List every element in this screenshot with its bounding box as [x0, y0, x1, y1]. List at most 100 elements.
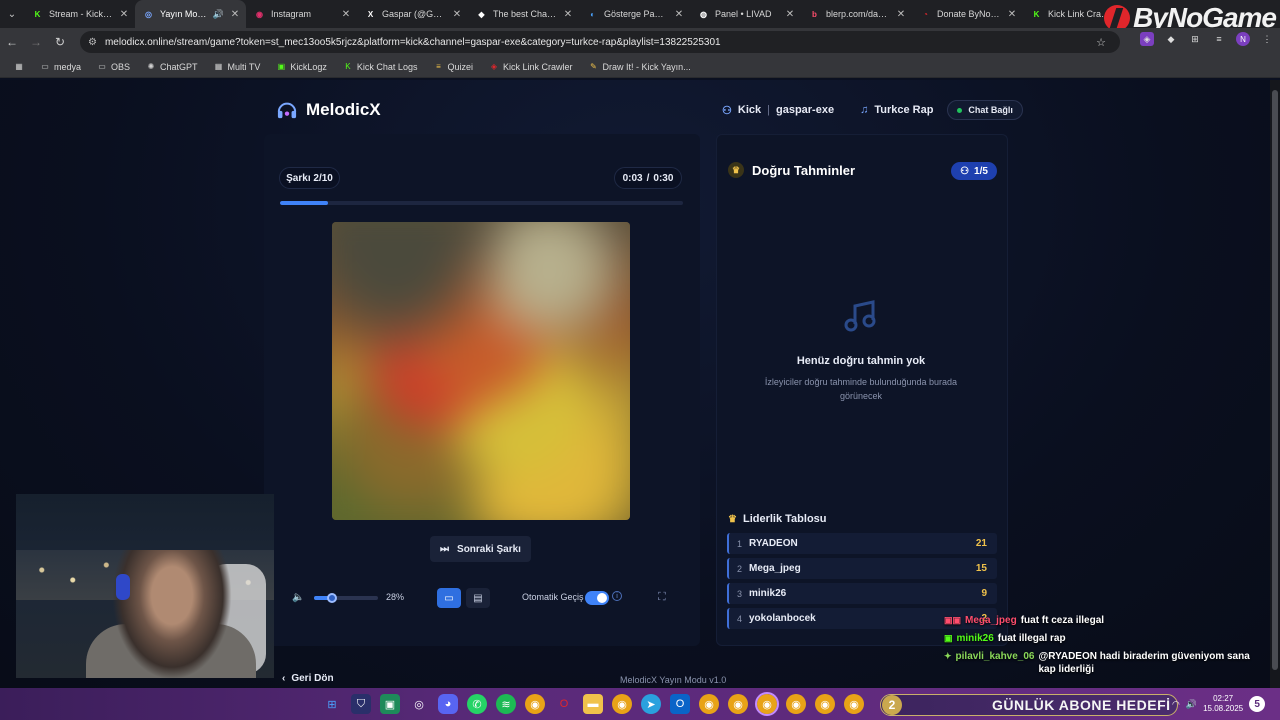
compact-mode-button[interactable]: ▤: [466, 588, 490, 608]
volume-knob[interactable]: [326, 593, 337, 603]
chrome-icon[interactable]: ◉: [525, 694, 545, 714]
browser-tab[interactable]: ◔ Donate ByNoGan ✕: [912, 0, 1023, 28]
guesses-header: ♛ Doğru Tahminler: [728, 162, 855, 178]
browser-tab[interactable]: ◎ Yayın Modu 🔊 ✕: [135, 0, 246, 28]
whatsapp-icon[interactable]: ✆: [467, 694, 487, 714]
chrome-active-icon[interactable]: ◉: [755, 692, 779, 716]
chrome-icon[interactable]: ◉: [699, 694, 719, 714]
media-control-icon[interactable]: ≡: [1212, 32, 1226, 46]
skip-next-icon: ⏭: [440, 543, 450, 555]
speaker-icon[interactable]: 🔊: [1186, 699, 1197, 710]
file-explorer-icon[interactable]: ▬: [583, 694, 603, 714]
browser-tab[interactable]: ◉ Instagram ✕: [246, 0, 357, 28]
bookmark-item[interactable]: ▦ Multi TV: [208, 62, 267, 72]
address-bar[interactable]: ⚙ melodicx.online/stream/game?token=st_m…: [80, 31, 1120, 53]
bookmark-item[interactable]: ≡ Quizei: [427, 62, 479, 72]
fullscreen-icon[interactable]: ⛶: [658, 591, 666, 604]
reload-icon[interactable]: ↻: [48, 28, 72, 56]
player-controls: 🔈 28% ▭ ▤ Otomatik Geçiş i ⛶: [280, 584, 683, 612]
leaderboard-rank: 1: [737, 538, 743, 549]
bookmark-star-icon[interactable]: ☆: [1096, 36, 1106, 49]
puzzle-icon[interactable]: ⊞: [1188, 32, 1202, 46]
header-info: ⚇ Kick | gaspar-exe ♫ Turkce Rap Chat Ba…: [722, 100, 1023, 120]
time-total: 0:30: [653, 172, 674, 184]
bookmark-item[interactable]: ▭ OBS: [91, 62, 136, 72]
browser-tab[interactable]: X Gaspar (@Gaspar ✕: [357, 0, 468, 28]
back-button[interactable]: ‹ Geri Dön: [282, 673, 334, 684]
channel-name: gaspar-exe: [775, 104, 835, 116]
windows-start-icon[interactable]: ⊞: [322, 694, 342, 714]
auto-pass-toggle[interactable]: [585, 591, 609, 605]
auto-pass-label: Otomatik Geçiş: [522, 592, 584, 602]
crawler-icon: ◈: [490, 62, 498, 71]
kick-icon: K: [1033, 9, 1040, 19]
chrome-icon[interactable]: ◉: [844, 694, 864, 714]
bookmark-item[interactable]: ✎ Draw It! - Kick Yayın...: [583, 62, 697, 72]
menu-dots-icon[interactable]: ⋮: [1260, 32, 1274, 46]
browser-tab-bar: ⌄ K Stream - Kick Da ✕ ◎ Yayın Modu 🔊 ✕ ◉ Instag…: [0, 0, 1280, 28]
url-text[interactable]: melodicx.online/stream/game?token=st_mec…: [105, 37, 721, 48]
chat-message: [944, 596, 1264, 609]
chrome-icon[interactable]: ◉: [815, 694, 835, 714]
tab-close-icon[interactable]: ✕: [341, 9, 351, 20]
tab-close-icon[interactable]: ✕: [674, 9, 684, 20]
scrollbar-thumb[interactable]: [1272, 90, 1278, 670]
telegram-icon[interactable]: ➤: [641, 694, 661, 714]
browser-tab[interactable]: ◍ Panel • LIVAD ✕: [690, 0, 801, 28]
monitor-mode-button[interactable]: ▭: [437, 588, 461, 608]
tab-close-icon[interactable]: ✕: [1007, 9, 1017, 20]
clock[interactable]: 02:27 15.08.2025: [1203, 694, 1243, 714]
bookmark-item[interactable]: ✺ ChatGPT: [140, 62, 204, 72]
users-icon: ⚇: [960, 165, 970, 177]
profile-avatar[interactable]: N: [1236, 32, 1250, 46]
back-icon[interactable]: ←: [0, 28, 24, 56]
forward-icon[interactable]: →: [24, 28, 48, 56]
tab-close-icon[interactable]: ✕: [896, 9, 906, 20]
chrome-icon[interactable]: ◉: [612, 694, 632, 714]
opera-icon[interactable]: O: [554, 694, 574, 714]
shield-app-icon[interactable]: ⛉: [351, 694, 371, 714]
tab-close-icon[interactable]: ✕: [230, 9, 240, 20]
tab-close-icon[interactable]: ✕: [563, 9, 573, 20]
app-brand[interactable]: MelodicX: [276, 100, 381, 120]
bookmark-label: Kick Link Crawler: [502, 61, 573, 72]
volume-icon[interactable]: 🔈: [292, 592, 304, 603]
bookmark-item[interactable]: ▭ medya: [34, 62, 87, 72]
browser-tab[interactable]: ◆ The best ChatBot ✕: [468, 0, 579, 28]
app-icon[interactable]: ▣: [380, 694, 400, 714]
tab-close-icon[interactable]: ✕: [119, 9, 129, 20]
song-counter-text: Şarkı 2/10: [286, 172, 333, 184]
leaderboard-rank: 4: [737, 613, 743, 624]
chat-message: ✦ pilavli_kahve_06 @RYADEON hadi biraderim…: [944, 650, 1264, 676]
chrome-icon[interactable]: ◉: [786, 694, 806, 714]
wifi-icon[interactable]: ◠: [1172, 699, 1180, 710]
tab-close-icon[interactable]: ✕: [785, 9, 795, 20]
bookmark-item[interactable]: ▣ KickLogz: [270, 62, 333, 72]
extension-icon[interactable]: ◈: [1140, 32, 1154, 46]
tab-search-icon[interactable]: ⌄: [0, 0, 24, 28]
tab-close-icon[interactable]: ✕: [452, 9, 462, 20]
info-icon[interactable]: i: [612, 591, 622, 601]
obs-icon[interactable]: ◎: [409, 694, 429, 714]
browser-tab[interactable]: ◐ Gösterge Paneli ✕: [579, 0, 690, 28]
volume-slider[interactable]: [314, 593, 378, 603]
bookmark-item[interactable]: K Kick Chat Logs: [337, 62, 424, 72]
x-icon: X: [367, 9, 374, 19]
browser-tab[interactable]: K Stream - Kick Da ✕: [24, 0, 135, 28]
spotify-icon[interactable]: ≋: [496, 694, 516, 714]
notification-badge[interactable]: 5: [1249, 696, 1266, 712]
discord-icon[interactable]: ◕: [438, 694, 458, 714]
apps-grid-icon[interactable]: ▦: [8, 62, 30, 72]
shield-extension-icon[interactable]: ◆: [1164, 32, 1178, 46]
page-scrollbar[interactable]: [1270, 80, 1280, 688]
outlook-icon[interactable]: O: [670, 694, 690, 714]
tab-title: Gaspar (@Gaspar: [382, 9, 446, 19]
next-song-button[interactable]: ⏭ Sonraki Şarkı: [430, 536, 531, 562]
chrome-icon[interactable]: ◉: [728, 694, 748, 714]
browser-tab[interactable]: b blerp.com/dashb ✕: [801, 0, 912, 28]
tab-audio-icon[interactable]: 🔊: [213, 9, 224, 20]
bookmark-item[interactable]: ◈ Kick Link Crawler: [483, 62, 579, 72]
bookmark-label: Kick Chat Logs: [356, 61, 418, 72]
tab-title: Panel • LIVAD: [715, 9, 772, 19]
site-info-icon[interactable]: ⚙: [88, 37, 97, 48]
